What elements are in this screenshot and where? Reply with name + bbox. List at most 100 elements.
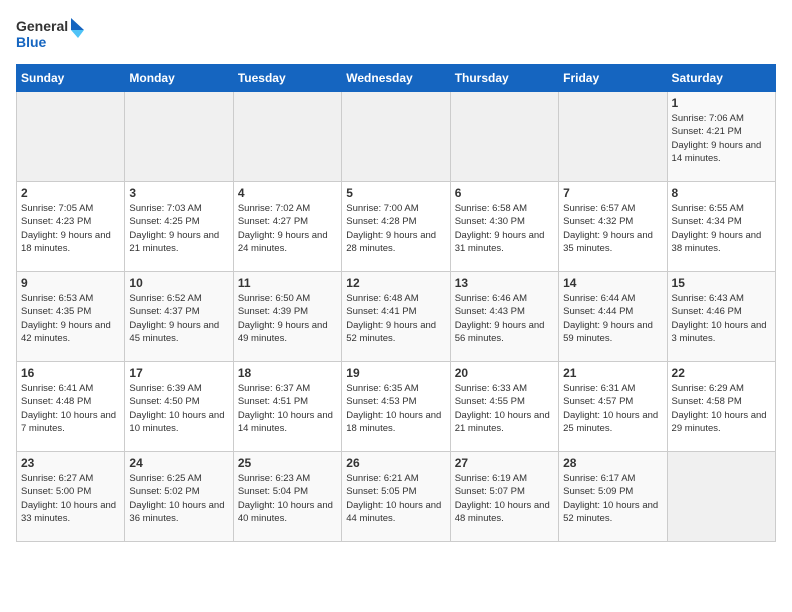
header-day-tuesday: Tuesday xyxy=(233,65,341,92)
day-info: Sunrise: 6:46 AM Sunset: 4:43 PM Dayligh… xyxy=(455,292,554,345)
day-info: Sunrise: 7:02 AM Sunset: 4:27 PM Dayligh… xyxy=(238,202,337,255)
day-info: Sunrise: 6:21 AM Sunset: 5:05 PM Dayligh… xyxy=(346,472,445,525)
header-day-thursday: Thursday xyxy=(450,65,558,92)
day-number: 24 xyxy=(129,456,228,470)
calendar-cell xyxy=(667,452,775,542)
day-number: 12 xyxy=(346,276,445,290)
header-day-sunday: Sunday xyxy=(17,65,125,92)
day-number: 14 xyxy=(563,276,662,290)
day-info: Sunrise: 6:33 AM Sunset: 4:55 PM Dayligh… xyxy=(455,382,554,435)
calendar-cell: 4 Sunrise: 7:02 AM Sunset: 4:27 PM Daylig… xyxy=(233,182,341,272)
calendar-cell: 11 Sunrise: 6:50 AM Sunset: 4:39 PM Dayli… xyxy=(233,272,341,362)
logo-icon: GeneralBlue xyxy=(16,16,86,52)
day-info: Sunrise: 6:57 AM Sunset: 4:32 PM Dayligh… xyxy=(563,202,662,255)
calendar-week-2: 2 Sunrise: 7:05 AM Sunset: 4:23 PM Daylig… xyxy=(17,182,776,272)
calendar-week-4: 16 Sunrise: 6:41 AM Sunset: 4:48 PM Dayli… xyxy=(17,362,776,452)
calendar-cell: 13 Sunrise: 6:46 AM Sunset: 4:43 PM Dayli… xyxy=(450,272,558,362)
svg-text:General: General xyxy=(16,18,68,34)
day-number: 2 xyxy=(21,186,120,200)
calendar-week-1: 1 Sunrise: 7:06 AM Sunset: 4:21 PM Daylig… xyxy=(17,92,776,182)
day-number: 6 xyxy=(455,186,554,200)
day-info: Sunrise: 7:03 AM Sunset: 4:25 PM Dayligh… xyxy=(129,202,228,255)
day-info: Sunrise: 6:23 AM Sunset: 5:04 PM Dayligh… xyxy=(238,472,337,525)
calendar-cell: 22 Sunrise: 6:29 AM Sunset: 4:58 PM Dayli… xyxy=(667,362,775,452)
day-number: 11 xyxy=(238,276,337,290)
calendar-table: SundayMondayTuesdayWednesdayThursdayFrid… xyxy=(16,64,776,542)
day-number: 3 xyxy=(129,186,228,200)
calendar-cell xyxy=(233,92,341,182)
calendar-week-5: 23 Sunrise: 6:27 AM Sunset: 5:00 PM Dayli… xyxy=(17,452,776,542)
day-number: 27 xyxy=(455,456,554,470)
day-info: Sunrise: 6:55 AM Sunset: 4:34 PM Dayligh… xyxy=(672,202,771,255)
day-number: 13 xyxy=(455,276,554,290)
calendar-cell: 20 Sunrise: 6:33 AM Sunset: 4:55 PM Dayli… xyxy=(450,362,558,452)
day-number: 18 xyxy=(238,366,337,380)
day-info: Sunrise: 6:52 AM Sunset: 4:37 PM Dayligh… xyxy=(129,292,228,345)
header-day-saturday: Saturday xyxy=(667,65,775,92)
day-number: 23 xyxy=(21,456,120,470)
calendar-cell: 19 Sunrise: 6:35 AM Sunset: 4:53 PM Dayli… xyxy=(342,362,450,452)
day-number: 10 xyxy=(129,276,228,290)
day-number: 22 xyxy=(672,366,771,380)
day-number: 16 xyxy=(21,366,120,380)
day-info: Sunrise: 6:35 AM Sunset: 4:53 PM Dayligh… xyxy=(346,382,445,435)
calendar-cell xyxy=(17,92,125,182)
calendar-cell: 18 Sunrise: 6:37 AM Sunset: 4:51 PM Dayli… xyxy=(233,362,341,452)
calendar-cell: 8 Sunrise: 6:55 AM Sunset: 4:34 PM Daylig… xyxy=(667,182,775,272)
day-info: Sunrise: 6:48 AM Sunset: 4:41 PM Dayligh… xyxy=(346,292,445,345)
day-number: 5 xyxy=(346,186,445,200)
calendar-cell xyxy=(559,92,667,182)
calendar-header-row: SundayMondayTuesdayWednesdayThursdayFrid… xyxy=(17,65,776,92)
calendar-cell: 27 Sunrise: 6:19 AM Sunset: 5:07 PM Dayli… xyxy=(450,452,558,542)
day-info: Sunrise: 6:17 AM Sunset: 5:09 PM Dayligh… xyxy=(563,472,662,525)
day-number: 4 xyxy=(238,186,337,200)
calendar-cell: 16 Sunrise: 6:41 AM Sunset: 4:48 PM Dayli… xyxy=(17,362,125,452)
calendar-cell xyxy=(450,92,558,182)
day-number: 9 xyxy=(21,276,120,290)
calendar-cell: 12 Sunrise: 6:48 AM Sunset: 4:41 PM Dayli… xyxy=(342,272,450,362)
day-number: 25 xyxy=(238,456,337,470)
calendar-cell: 14 Sunrise: 6:44 AM Sunset: 4:44 PM Dayli… xyxy=(559,272,667,362)
header-day-monday: Monday xyxy=(125,65,233,92)
day-info: Sunrise: 6:25 AM Sunset: 5:02 PM Dayligh… xyxy=(129,472,228,525)
day-info: Sunrise: 6:41 AM Sunset: 4:48 PM Dayligh… xyxy=(21,382,120,435)
day-number: 26 xyxy=(346,456,445,470)
day-number: 17 xyxy=(129,366,228,380)
header-day-wednesday: Wednesday xyxy=(342,65,450,92)
calendar-cell: 21 Sunrise: 6:31 AM Sunset: 4:57 PM Dayli… xyxy=(559,362,667,452)
svg-text:Blue: Blue xyxy=(16,34,47,50)
day-number: 19 xyxy=(346,366,445,380)
calendar-cell xyxy=(125,92,233,182)
calendar-cell: 15 Sunrise: 6:43 AM Sunset: 4:46 PM Dayli… xyxy=(667,272,775,362)
day-info: Sunrise: 6:37 AM Sunset: 4:51 PM Dayligh… xyxy=(238,382,337,435)
day-info: Sunrise: 7:05 AM Sunset: 4:23 PM Dayligh… xyxy=(21,202,120,255)
day-info: Sunrise: 6:44 AM Sunset: 4:44 PM Dayligh… xyxy=(563,292,662,345)
day-info: Sunrise: 6:58 AM Sunset: 4:30 PM Dayligh… xyxy=(455,202,554,255)
calendar-cell: 1 Sunrise: 7:06 AM Sunset: 4:21 PM Daylig… xyxy=(667,92,775,182)
day-number: 8 xyxy=(672,186,771,200)
calendar-cell xyxy=(342,92,450,182)
calendar-cell: 2 Sunrise: 7:05 AM Sunset: 4:23 PM Daylig… xyxy=(17,182,125,272)
calendar-cell: 5 Sunrise: 7:00 AM Sunset: 4:28 PM Daylig… xyxy=(342,182,450,272)
day-number: 21 xyxy=(563,366,662,380)
day-number: 28 xyxy=(563,456,662,470)
calendar-week-3: 9 Sunrise: 6:53 AM Sunset: 4:35 PM Daylig… xyxy=(17,272,776,362)
day-info: Sunrise: 6:31 AM Sunset: 4:57 PM Dayligh… xyxy=(563,382,662,435)
day-info: Sunrise: 6:53 AM Sunset: 4:35 PM Dayligh… xyxy=(21,292,120,345)
calendar-cell: 28 Sunrise: 6:17 AM Sunset: 5:09 PM Dayli… xyxy=(559,452,667,542)
calendar-cell: 9 Sunrise: 6:53 AM Sunset: 4:35 PM Daylig… xyxy=(17,272,125,362)
day-number: 20 xyxy=(455,366,554,380)
day-info: Sunrise: 6:29 AM Sunset: 4:58 PM Dayligh… xyxy=(672,382,771,435)
day-number: 1 xyxy=(672,96,771,110)
day-info: Sunrise: 6:50 AM Sunset: 4:39 PM Dayligh… xyxy=(238,292,337,345)
calendar-cell: 17Sunrise: 6:39 AM Sunset: 4:50 PM Dayli… xyxy=(125,362,233,452)
calendar-cell: 10 Sunrise: 6:52 AM Sunset: 4:37 PM Dayli… xyxy=(125,272,233,362)
day-info: Sunrise: 6:19 AM Sunset: 5:07 PM Dayligh… xyxy=(455,472,554,525)
calendar-cell: 25 Sunrise: 6:23 AM Sunset: 5:04 PM Dayli… xyxy=(233,452,341,542)
calendar-cell: 6 Sunrise: 6:58 AM Sunset: 4:30 PM Daylig… xyxy=(450,182,558,272)
day-info: Sunrise: 6:27 AM Sunset: 5:00 PM Dayligh… xyxy=(21,472,120,525)
day-info: Sunrise: 6:43 AM Sunset: 4:46 PM Dayligh… xyxy=(672,292,771,345)
day-number: 15 xyxy=(672,276,771,290)
day-info: Sunrise: 7:00 AM Sunset: 4:28 PM Dayligh… xyxy=(346,202,445,255)
day-info: Sunrise: 7:06 AM Sunset: 4:21 PM Dayligh… xyxy=(672,112,771,165)
